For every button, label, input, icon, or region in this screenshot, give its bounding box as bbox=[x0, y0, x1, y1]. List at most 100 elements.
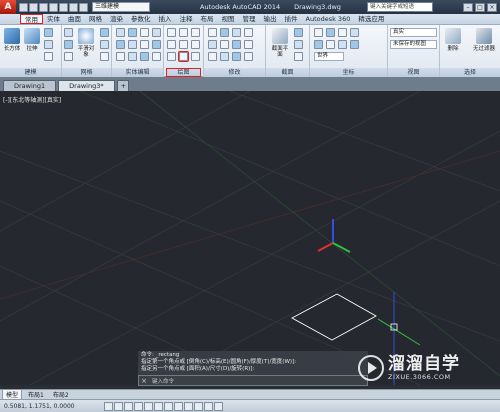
scale-icon[interactable] bbox=[244, 52, 253, 61]
save-as-icon[interactable] bbox=[49, 2, 58, 12]
panel-title-section[interactable]: 截面 bbox=[266, 68, 309, 77]
polar-icon[interactable] bbox=[144, 401, 153, 411]
box-button[interactable]: 长方体 bbox=[2, 28, 22, 52]
imprint-icon[interactable] bbox=[152, 40, 161, 49]
layout-tab-layout2[interactable]: 布局2 bbox=[50, 390, 72, 399]
panel-title-view[interactable]: 视图 bbox=[388, 68, 439, 77]
arc-icon[interactable] bbox=[167, 40, 176, 49]
extrude-button[interactable]: 拉伸 bbox=[22, 28, 42, 52]
tab-home[interactable]: 常用 bbox=[20, 14, 43, 24]
tab-render[interactable]: 渲染 bbox=[106, 14, 127, 24]
tab-plugins[interactable]: 插件 bbox=[281, 14, 302, 24]
move-icon[interactable] bbox=[208, 28, 217, 37]
ucs-view-icon[interactable] bbox=[350, 40, 359, 49]
presspull-icon[interactable] bbox=[44, 40, 53, 49]
new-file-icon[interactable] bbox=[19, 2, 28, 12]
revolve-icon[interactable] bbox=[44, 52, 53, 61]
world-dropdown[interactable]: 世界 bbox=[314, 52, 344, 61]
panel-title-mesh[interactable]: 网格 bbox=[62, 68, 111, 77]
circle-icon[interactable] bbox=[191, 28, 200, 37]
print-icon[interactable] bbox=[59, 2, 68, 12]
tab-featured-apps[interactable]: 精选应用 bbox=[354, 14, 388, 24]
new-tab-plus-icon[interactable]: + bbox=[116, 80, 129, 91]
3d-osnap-icon[interactable] bbox=[164, 401, 173, 411]
search-input[interactable]: 键入关键字或短语 bbox=[366, 2, 433, 12]
ellipse-icon[interactable] bbox=[191, 52, 200, 61]
line-icon[interactable] bbox=[167, 28, 176, 37]
ucs-face-icon[interactable] bbox=[326, 40, 335, 49]
save-icon[interactable] bbox=[39, 2, 48, 12]
tab-mesh[interactable]: 网格 bbox=[85, 14, 106, 24]
tab-manage[interactable]: 管理 bbox=[239, 14, 260, 24]
polygon-icon[interactable] bbox=[167, 52, 176, 61]
polysolid-icon[interactable] bbox=[44, 28, 53, 37]
minimize-button[interactable]: – bbox=[463, 2, 473, 12]
fillet-edge-icon[interactable] bbox=[140, 52, 149, 61]
mesh-box-icon[interactable] bbox=[64, 28, 73, 37]
lineweight-icon[interactable] bbox=[204, 401, 213, 411]
intersect-icon[interactable] bbox=[140, 28, 149, 37]
interfere-icon[interactable] bbox=[152, 28, 161, 37]
viewport-label[interactable]: [-][东北等轴测][真实] bbox=[3, 95, 61, 104]
ucs-origin-icon[interactable] bbox=[338, 28, 347, 37]
subtract-icon[interactable] bbox=[128, 28, 137, 37]
redo-icon[interactable] bbox=[79, 2, 88, 12]
close-command-icon[interactable]: × bbox=[139, 377, 149, 385]
filter-button[interactable]: 无过滤器 bbox=[470, 28, 498, 52]
tab-surface[interactable]: 曲面 bbox=[64, 14, 85, 24]
thicken-icon[interactable] bbox=[128, 40, 137, 49]
panel-title-solid-edit[interactable]: 实体编辑 bbox=[112, 68, 163, 77]
transparency-icon[interactable] bbox=[214, 401, 223, 411]
smooth-more-icon[interactable] bbox=[100, 28, 109, 37]
polyline-icon[interactable] bbox=[179, 28, 188, 37]
named-view-dropdown[interactable]: 未保存的视图 bbox=[390, 40, 437, 49]
smooth-less-icon[interactable] bbox=[100, 40, 109, 49]
rectangle-icon[interactable] bbox=[178, 51, 189, 62]
fillet-icon[interactable] bbox=[244, 40, 253, 49]
rectangle-shape[interactable] bbox=[291, 293, 377, 341]
add-jog-icon[interactable] bbox=[294, 40, 303, 49]
file-tab-drawing3[interactable]: Drawing3* bbox=[58, 80, 115, 91]
close-button[interactable]: × bbox=[487, 2, 497, 12]
rotate-icon[interactable] bbox=[244, 28, 253, 37]
layout-tab-layout1[interactable]: 布局1 bbox=[25, 390, 47, 399]
tab-autodesk-360[interactable]: Autodesk 360 bbox=[302, 14, 355, 24]
open-file-icon[interactable] bbox=[29, 2, 38, 12]
tab-parametric[interactable]: 参数化 bbox=[127, 14, 155, 24]
osnap-icon[interactable] bbox=[154, 401, 163, 411]
ucs-z-axis-icon[interactable] bbox=[350, 28, 359, 37]
3d-move-icon[interactable] bbox=[220, 28, 229, 37]
panel-title-selection[interactable]: 选择 bbox=[440, 68, 500, 77]
undo-icon[interactable] bbox=[69, 2, 78, 12]
tab-insert[interactable]: 插入 bbox=[155, 14, 176, 24]
panel-title-modeling[interactable]: 建模 bbox=[0, 68, 61, 77]
extract-edges-icon[interactable] bbox=[140, 40, 149, 49]
tab-layout[interactable]: 布局 bbox=[197, 14, 218, 24]
hatch-icon[interactable] bbox=[191, 40, 200, 49]
copy-icon[interactable] bbox=[232, 52, 241, 61]
tab-annotate[interactable]: 注释 bbox=[176, 14, 197, 24]
tab-solid[interactable]: 实体 bbox=[43, 14, 64, 24]
ucs-world-icon[interactable] bbox=[326, 28, 335, 37]
mirror-icon[interactable] bbox=[232, 40, 241, 49]
maximize-button[interactable]: □ bbox=[475, 2, 485, 12]
panel-title-modify[interactable]: 修改 bbox=[204, 68, 265, 77]
ucs-3point-icon[interactable] bbox=[314, 40, 323, 49]
grid-icon[interactable] bbox=[124, 401, 133, 411]
visual-style-dropdown[interactable]: 真实 bbox=[390, 28, 437, 37]
ucs-icon[interactable] bbox=[314, 28, 323, 37]
ducs-icon[interactable] bbox=[184, 401, 193, 411]
smooth-object-button[interactable]: 平滑对象 bbox=[76, 28, 96, 58]
application-menu-button[interactable]: A bbox=[0, 0, 16, 14]
file-tab-drawing1[interactable]: Drawing1 bbox=[3, 80, 57, 91]
refine-mesh-icon[interactable] bbox=[100, 52, 109, 61]
panel-title-draw[interactable]: 绘图 bbox=[166, 68, 201, 77]
otrack-icon[interactable] bbox=[174, 401, 183, 411]
delete-button[interactable]: 删除 bbox=[443, 28, 463, 52]
slice-icon[interactable] bbox=[116, 40, 125, 49]
array-icon[interactable] bbox=[208, 52, 217, 61]
drawing-viewport[interactable]: [-][东北等轴测][真实] bbox=[0, 91, 500, 385]
offset-icon[interactable] bbox=[220, 52, 229, 61]
mesh-cylinder-icon[interactable] bbox=[64, 52, 73, 61]
infer-constraints-icon[interactable] bbox=[104, 401, 113, 411]
